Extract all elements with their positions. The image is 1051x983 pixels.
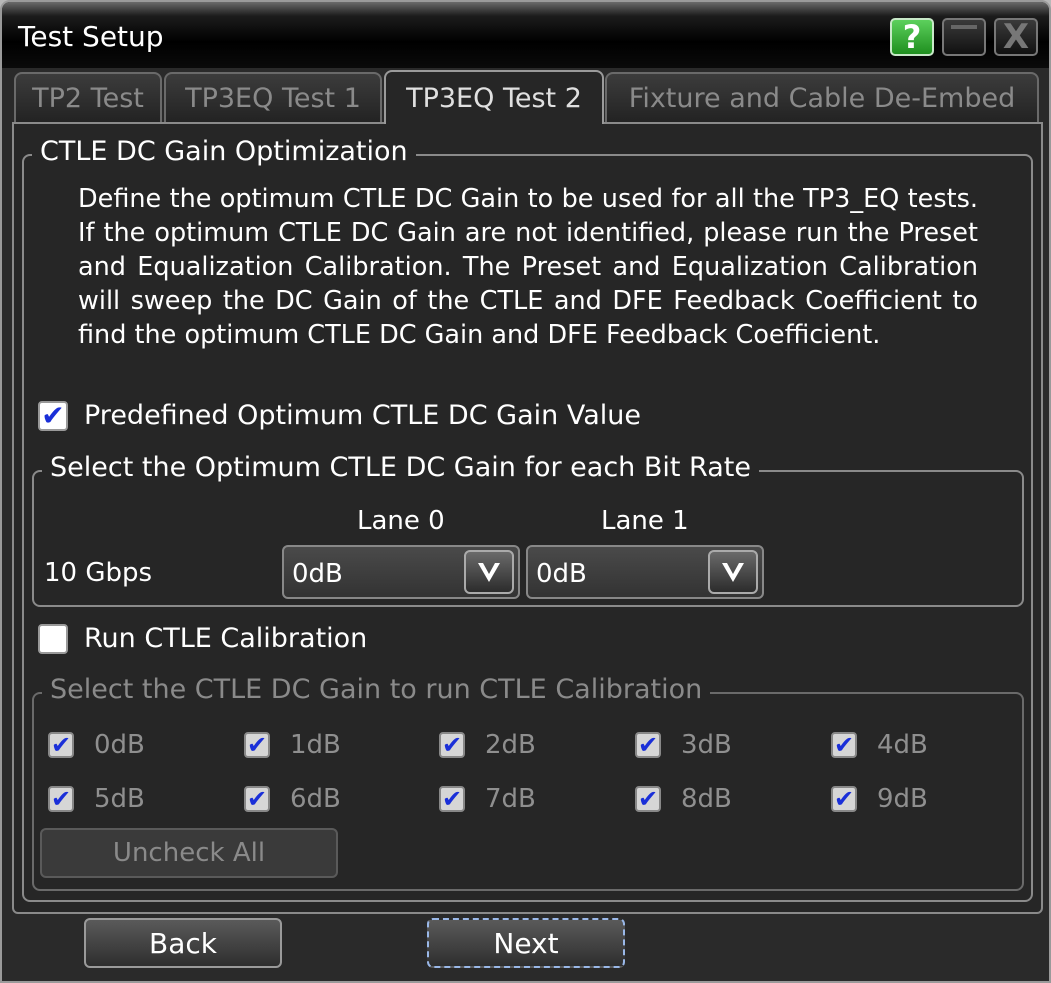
- gain-checkbox-0db[interactable]: ✔ 0dB: [48, 730, 145, 760]
- run-ctle-calibration-checkbox[interactable]: [38, 623, 68, 654]
- gain-checkbox[interactable]: ✔: [439, 732, 465, 758]
- run-ctle-calibration-checkbox-row[interactable]: Run CTLE Calibration: [38, 623, 367, 654]
- gain-checkbox-7db[interactable]: ✔ 7dB: [439, 784, 536, 814]
- gain-checkbox-2db[interactable]: ✔ 2dB: [439, 730, 536, 760]
- checkmark-icon: ✔: [50, 785, 72, 813]
- tab-label: Fixture and Cable De-Embed: [628, 82, 1016, 114]
- button-label: Next: [493, 926, 559, 960]
- close-button[interactable]: X: [994, 17, 1038, 57]
- gain-label: 6dB: [290, 784, 341, 814]
- gain-checkbox[interactable]: ✔: [831, 786, 857, 812]
- checkmark-icon: ✔: [441, 731, 463, 759]
- help-icon: ?: [902, 18, 922, 56]
- predefined-optimum-checkbox[interactable]: ✔: [38, 398, 68, 432]
- dropdown-value: 0dB: [536, 559, 587, 589]
- dropdown-value: 0dB: [292, 559, 343, 589]
- chevron-down-icon[interactable]: [708, 550, 758, 594]
- lane-1-gain-dropdown[interactable]: 0dB: [526, 545, 764, 599]
- checkmark-icon: ✔: [246, 731, 268, 759]
- predefined-optimum-checkbox-row[interactable]: ✔ Predefined Optimum CTLE DC Gain Value: [38, 400, 641, 431]
- gain-checkbox-9db[interactable]: ✔ 9dB: [831, 784, 928, 814]
- checkmark-icon: ✔: [833, 731, 855, 759]
- checkmark-icon: ✔: [637, 785, 659, 813]
- gain-label: 4dB: [877, 730, 928, 760]
- tab-bar: TP2 Test TP3EQ Test 1 TP3EQ Test 2 Fixtu…: [14, 70, 1039, 124]
- checkmark-icon: ✔: [41, 398, 65, 432]
- back-button[interactable]: Back: [84, 918, 282, 968]
- gain-label: 8dB: [681, 784, 732, 814]
- minimize-button[interactable]: [942, 18, 986, 56]
- gain-checkbox[interactable]: ✔: [831, 732, 857, 758]
- gain-checkbox-5db[interactable]: ✔ 5dB: [48, 784, 145, 814]
- test-setup-window: Test Setup ? X TP2 Test TP3EQ Test 1 TP3…: [0, 0, 1051, 983]
- gain-checkbox-6db[interactable]: ✔ 6dB: [244, 784, 341, 814]
- tab-label: TP3EQ Test 2: [406, 82, 582, 114]
- help-button[interactable]: ?: [890, 18, 934, 56]
- gain-checkbox[interactable]: ✔: [635, 786, 661, 812]
- minimize-icon: [951, 25, 977, 29]
- lane-0-gain-dropdown[interactable]: 0dB: [282, 545, 520, 599]
- tab-tp3eq-test-1[interactable]: TP3EQ Test 1: [164, 72, 382, 122]
- button-label: Back: [149, 926, 217, 960]
- window-title: Test Setup: [18, 20, 164, 53]
- gain-checkbox-3db[interactable]: ✔ 3dB: [635, 730, 732, 760]
- gain-checkbox[interactable]: ✔: [635, 732, 661, 758]
- gain-checkbox-1db[interactable]: ✔ 1dB: [244, 730, 341, 760]
- gain-label: 2dB: [485, 730, 536, 760]
- checkmark-icon: ✔: [50, 731, 72, 759]
- gain-checkbox-4db[interactable]: ✔ 4dB: [831, 730, 928, 760]
- gain-checkbox[interactable]: ✔: [244, 732, 270, 758]
- checkbox-label: Predefined Optimum CTLE DC Gain Value: [84, 400, 641, 431]
- chevron-down-icon[interactable]: [464, 550, 514, 594]
- group-legend: Select the Optimum CTLE DC Gain for each…: [42, 452, 759, 483]
- tab-tp3eq-test-2[interactable]: TP3EQ Test 2: [384, 70, 604, 124]
- gain-label: 0dB: [94, 730, 145, 760]
- group-legend: CTLE DC Gain Optimization: [32, 136, 416, 167]
- bitrate-label: 10 Gbps: [44, 558, 153, 588]
- gain-label: 9dB: [877, 784, 928, 814]
- checkmark-icon: ✔: [246, 785, 268, 813]
- gain-label: 1dB: [290, 730, 341, 760]
- gain-checkbox[interactable]: ✔: [244, 786, 270, 812]
- lane-1-header: Lane 1: [601, 506, 689, 536]
- gain-checkbox[interactable]: ✔: [48, 786, 74, 812]
- gain-label: 3dB: [681, 730, 732, 760]
- checkbox-label: Run CTLE Calibration: [84, 623, 368, 654]
- gain-label: 7dB: [485, 784, 536, 814]
- gain-checkbox[interactable]: ✔: [48, 732, 74, 758]
- next-button[interactable]: Next: [427, 918, 625, 968]
- gain-checkbox[interactable]: ✔: [439, 786, 465, 812]
- button-label: Uncheck All: [112, 838, 266, 868]
- title-bar[interactable]: Test Setup ? X: [2, 2, 1049, 68]
- lane-0-header: Lane 0: [357, 506, 445, 536]
- gain-checkbox-8db[interactable]: ✔ 8dB: [635, 784, 732, 814]
- tab-label: TP2 Test: [32, 82, 144, 114]
- uncheck-all-button[interactable]: Uncheck All: [40, 828, 338, 878]
- checkmark-icon: ✔: [441, 785, 463, 813]
- close-icon: X: [1002, 17, 1030, 57]
- group-legend: Select the CTLE DC Gain to run CTLE Cali…: [42, 674, 711, 705]
- tab-fixture-cable-de-embed[interactable]: Fixture and Cable De-Embed: [605, 72, 1039, 122]
- gain-label: 5dB: [94, 784, 145, 814]
- checkmark-icon: ✔: [637, 731, 659, 759]
- tab-tp2-test[interactable]: TP2 Test: [14, 72, 162, 122]
- description-text: Define the optimum CTLE DC Gain to be us…: [78, 184, 978, 350]
- checkmark-icon: ✔: [833, 785, 855, 813]
- tab-label: TP3EQ Test 1: [185, 82, 361, 114]
